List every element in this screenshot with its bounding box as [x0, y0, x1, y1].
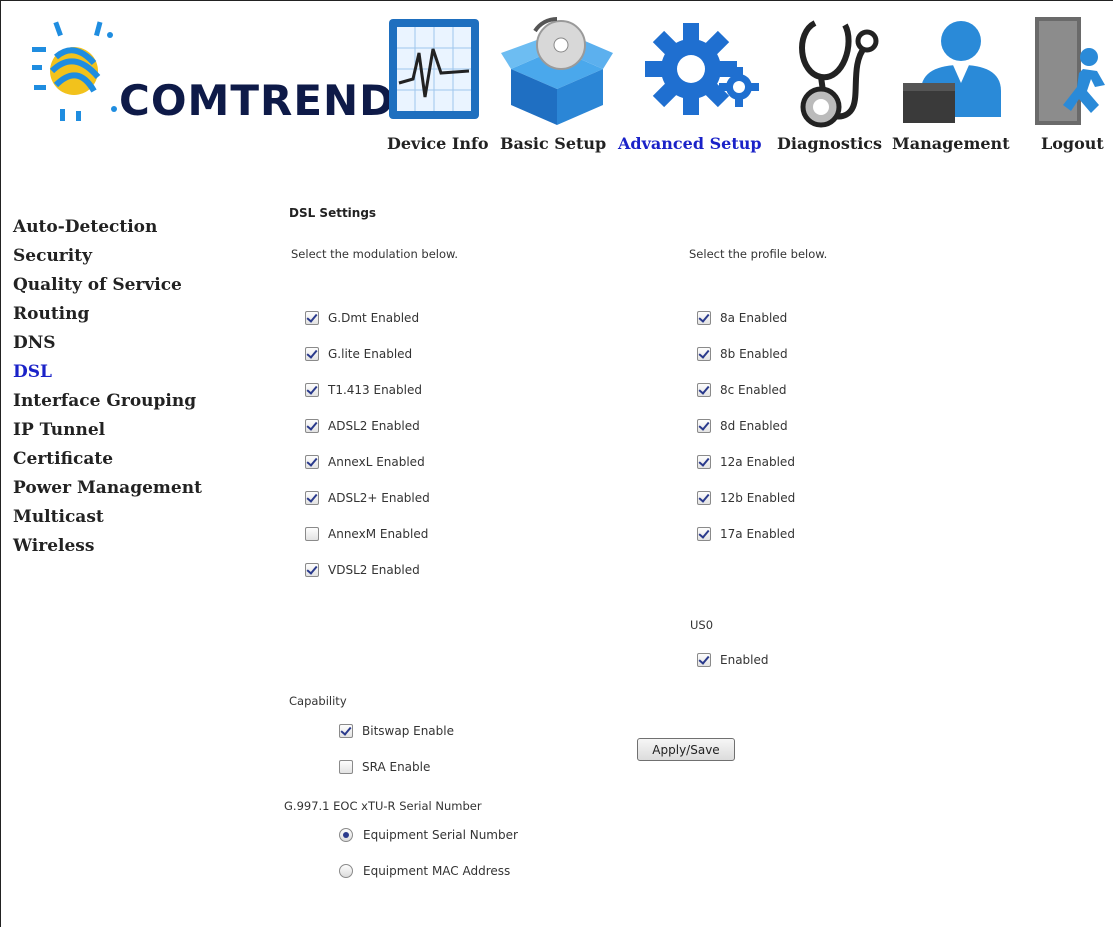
checkbox[interactable] — [305, 491, 319, 505]
profile-8c[interactable]: 8c Enabled — [697, 383, 787, 397]
modulation-hint: Select the modulation below. — [291, 247, 459, 261]
sidebar-item-ip-tunnel[interactable]: IP Tunnel — [13, 420, 105, 440]
apply-save-button[interactable]: Apply/Save — [637, 738, 735, 761]
sidebar-item-wireless[interactable]: Wireless — [13, 536, 94, 556]
sidebar-item-interface-grouping[interactable]: Interface Grouping — [13, 391, 196, 411]
us0-enabled[interactable]: Enabled — [697, 653, 769, 667]
checkbox-label: 8d Enabled — [720, 419, 788, 433]
equipment-mac-address[interactable]: Equipment MAC Address — [339, 864, 510, 878]
profile-hint: Select the profile below. — [689, 247, 828, 261]
sidebar-item-dsl[interactable]: DSL — [13, 362, 52, 382]
profile-8b[interactable]: 8b Enabled — [697, 347, 788, 361]
page-title: DSL Settings — [289, 206, 377, 220]
nav-management[interactable]: Management — [892, 134, 1010, 153]
modulation-annexm[interactable]: AnnexM Enabled — [305, 527, 428, 541]
sidebar-item-dns[interactable]: DNS — [13, 333, 56, 353]
sidebar-item-certificate[interactable]: Certificate — [13, 449, 113, 469]
brand-name: COMTREND — [119, 76, 396, 125]
modulation-adsl2plus[interactable]: ADSL2+ Enabled — [305, 491, 430, 505]
capability-title: Capability — [289, 694, 347, 708]
nav-logout[interactable]: Logout — [1041, 134, 1104, 153]
checkbox[interactable] — [305, 455, 319, 469]
checkbox-label: AnnexM Enabled — [328, 527, 429, 541]
basic-setup-icon[interactable] — [497, 13, 617, 128]
checkbox-label: ADSL2 Enabled — [328, 419, 420, 433]
checkbox[interactable] — [305, 383, 319, 397]
nav-device-info[interactable]: Device Info — [387, 134, 489, 153]
advanced-setup-icon[interactable] — [635, 13, 767, 128]
equipment-serial-number[interactable]: Equipment Serial Number — [339, 828, 518, 842]
checkbox[interactable] — [697, 383, 711, 397]
logout-icon[interactable] — [1033, 13, 1113, 128]
radio-label: Equipment Serial Number — [363, 828, 518, 842]
checkbox-label: 12a Enabled — [720, 455, 795, 469]
radio-button[interactable] — [339, 864, 353, 878]
checkbox[interactable] — [305, 311, 319, 325]
sidebar-item-security[interactable]: Security — [13, 246, 92, 266]
modulation-t1413[interactable]: T1.413 Enabled — [305, 383, 422, 397]
modulation-annexl[interactable]: AnnexL Enabled — [305, 455, 425, 469]
us0-title: US0 — [690, 618, 714, 632]
checkbox[interactable] — [697, 491, 711, 505]
sra-enable[interactable]: SRA Enable — [339, 760, 430, 774]
diagnostics-icon[interactable] — [781, 13, 885, 128]
serial-number-title: G.997.1 EOC xTU-R Serial Number — [284, 799, 482, 813]
checkbox[interactable] — [697, 347, 711, 361]
modulation-vdsl2[interactable]: VDSL2 Enabled — [305, 563, 420, 577]
checkbox-label: T1.413 Enabled — [328, 383, 422, 397]
checkbox-label: VDSL2 Enabled — [328, 563, 420, 577]
modulation-adsl2[interactable]: ADSL2 Enabled — [305, 419, 420, 433]
sidebar-item-auto-detection[interactable]: Auto-Detection — [13, 217, 157, 237]
profile-17a[interactable]: 17a Enabled — [697, 527, 795, 541]
sidebar: Auto-Detection Security Quality of Servi… — [1, 197, 227, 927]
nav-basic-setup[interactable]: Basic Setup — [500, 134, 606, 153]
sidebar-item-quality-of-service[interactable]: Quality of Service — [13, 275, 182, 295]
sidebar-item-power-management[interactable]: Power Management — [13, 478, 202, 498]
checkbox[interactable] — [697, 419, 711, 433]
checkbox-label: 8a Enabled — [720, 311, 788, 325]
checkbox-label: Enabled — [720, 653, 769, 667]
checkbox[interactable] — [697, 527, 711, 541]
checkbox[interactable] — [339, 724, 353, 738]
checkbox-label: G.Dmt Enabled — [328, 311, 420, 325]
checkbox[interactable] — [697, 311, 711, 325]
checkbox[interactable] — [697, 455, 711, 469]
checkbox[interactable] — [697, 653, 711, 667]
checkbox-label: 17a Enabled — [720, 527, 795, 541]
sidebar-item-multicast[interactable]: Multicast — [13, 507, 104, 527]
checkbox-label: 12b Enabled — [720, 491, 796, 505]
radio-label: Equipment MAC Address — [363, 864, 511, 878]
checkbox-label: 8b Enabled — [720, 347, 788, 361]
header: COMTREND Device Info Basic Setup Advance… — [1, 1, 1113, 197]
profile-12a[interactable]: 12a Enabled — [697, 455, 795, 469]
modulation-glite[interactable]: G.lite Enabled — [305, 347, 412, 361]
checkbox-label: SRA Enable — [362, 760, 431, 774]
checkbox-label: Bitswap Enable — [362, 724, 454, 738]
sidebar-item-routing[interactable]: Routing — [13, 304, 89, 324]
checkbox[interactable] — [305, 419, 319, 433]
radio-button[interactable] — [339, 828, 353, 842]
modulation-gdmt[interactable]: G.Dmt Enabled — [305, 311, 419, 325]
checkbox[interactable] — [339, 760, 353, 774]
profile-12b[interactable]: 12b Enabled — [697, 491, 795, 505]
dsl-settings-panel: DSL Settings Select the modulation below… — [228, 197, 1113, 927]
profile-8a[interactable]: 8a Enabled — [697, 311, 787, 325]
management-icon[interactable] — [899, 13, 1009, 128]
checkbox-label: AnnexL Enabled — [328, 455, 425, 469]
checkbox[interactable] — [305, 563, 319, 577]
bitswap-enable[interactable]: Bitswap Enable — [339, 724, 454, 738]
checkbox[interactable] — [305, 347, 319, 361]
checkbox-label: ADSL2+ Enabled — [328, 491, 430, 505]
checkbox[interactable] — [305, 527, 319, 541]
profile-8d[interactable]: 8d Enabled — [697, 419, 788, 433]
checkbox-label: G.lite Enabled — [328, 347, 413, 361]
device-info-icon[interactable] — [375, 13, 491, 128]
checkbox-label: 8c Enabled — [720, 383, 787, 397]
nav-diagnostics[interactable]: Diagnostics — [777, 134, 882, 153]
nav-advanced-setup[interactable]: Advanced Setup — [618, 134, 762, 153]
